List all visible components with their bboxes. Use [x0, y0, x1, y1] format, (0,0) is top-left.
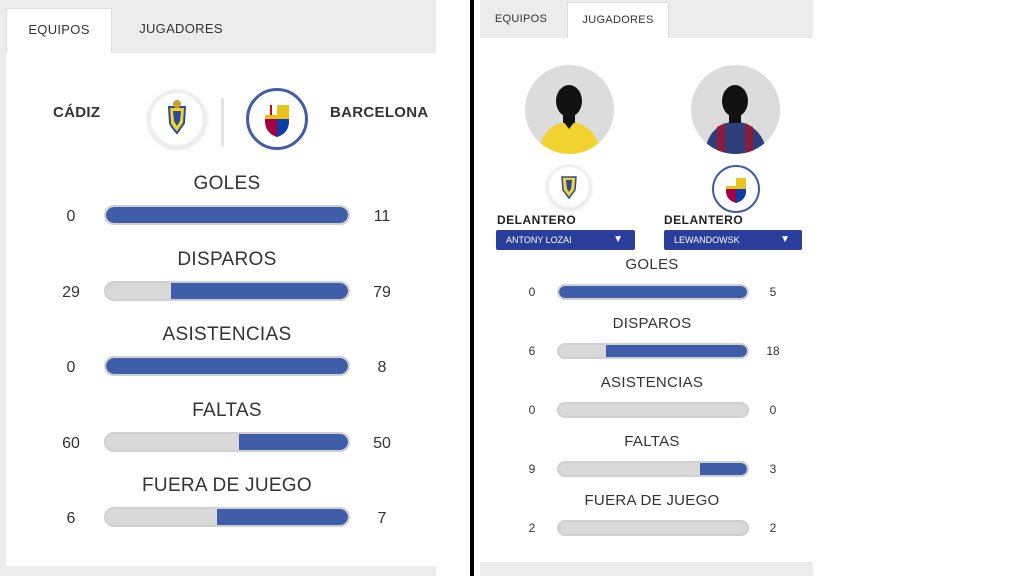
players-comparison-panel: EQUIPOS JUGADORES DELANTERO DELANTERO AN… [480, 0, 813, 576]
comparison-bar-fill [106, 207, 348, 223]
stat-title: GOLES [193, 173, 261, 194]
comparison-bar [557, 343, 749, 359]
comparison-bar [557, 284, 749, 300]
player2-avatar [691, 65, 780, 154]
home-value: 0 [66, 208, 76, 225]
comparison-bar [104, 356, 350, 376]
comparison-bar-fill [171, 282, 348, 299]
barcelona-crest-icon [246, 88, 308, 150]
comparison-bar-fill [217, 509, 348, 525]
away-value: 2 [769, 521, 777, 535]
away-team-name: BARCELONA [330, 104, 429, 121]
comparison-bar-fill [106, 358, 348, 374]
home-value: 2 [528, 521, 536, 535]
teams-comparison-panel: EQUIPOS JUGADORES CÁDIZ BARCELONA GOLES 0… [0, 0, 436, 576]
comparison-bar [104, 431, 350, 452]
away-value: 5 [769, 285, 777, 299]
away-value: 11 [373, 208, 391, 225]
home-value: 0 [528, 285, 536, 299]
player1-avatar [525, 65, 614, 154]
comparison-bar-fill [559, 286, 747, 298]
away-value: 7 [377, 510, 387, 527]
player2-club-crest-icon [712, 165, 760, 213]
comparison-bar-fill [239, 433, 348, 450]
comparison-bar [557, 402, 749, 418]
stat-title: FALTAS [624, 433, 680, 450]
home-value: 0 [528, 403, 536, 417]
comparison-bar [104, 280, 350, 301]
players-stats-card: DELANTERO DELANTERO ANTONY LOZAI ▼ LEWAN… [480, 38, 813, 562]
player2-select-value: LEWANDOWSK [674, 235, 740, 245]
away-value: 79 [373, 283, 391, 301]
home-value: 6 [528, 344, 536, 358]
player1-club-crest-icon [547, 165, 591, 209]
stat-title: ASISTENCIAS [162, 324, 292, 345]
home-value: 9 [528, 462, 536, 476]
player2-select[interactable]: LEWANDOWSK ▼ [664, 230, 802, 250]
comparison-bar-fill [606, 345, 747, 357]
stat-title: FUERA DE JUEGO [584, 492, 720, 509]
player2-position: DELANTERO [664, 213, 744, 227]
crest-separator [221, 98, 224, 146]
dropdown-arrow-icon: ▼ [613, 234, 623, 245]
home-value: 60 [62, 434, 80, 452]
home-team-name: CÁDIZ [53, 104, 101, 121]
teams-stats-card: CÁDIZ BARCELONA GOLES 0 11 DISPAROS 29 79 ASIS… [6, 53, 436, 566]
stat-title: FALTAS [192, 399, 262, 421]
comparison-bar [557, 520, 749, 536]
tab-equipos[interactable]: EQUIPOS [484, 0, 558, 38]
player1-position: DELANTERO [497, 213, 577, 227]
dropdown-arrow-icon: ▼ [780, 234, 790, 245]
screenshot-divider [470, 0, 474, 576]
comparison-bar-fill [700, 463, 747, 475]
away-value: 18 [766, 344, 780, 358]
tab-jugadores[interactable]: JUGADORES [567, 2, 669, 40]
home-value: 6 [66, 510, 76, 527]
comparison-bar [104, 205, 350, 225]
stat-title: FUERA DE JUEGO [142, 475, 312, 496]
stat-title: GOLES [625, 256, 679, 273]
away-value: 8 [377, 359, 387, 376]
stat-title: DISPAROS [177, 248, 277, 270]
away-value: 3 [769, 462, 777, 476]
comparison-bar [104, 507, 350, 527]
cadiz-crest-icon [148, 90, 206, 148]
away-value: 0 [769, 403, 777, 417]
player1-select[interactable]: ANTONY LOZAI ▼ [496, 230, 635, 250]
home-value: 29 [62, 283, 80, 301]
stat-title: DISPAROS [612, 315, 692, 332]
tab-equipos[interactable]: EQUIPOS [6, 8, 112, 55]
stat-title: ASISTENCIAS [600, 374, 704, 391]
tab-jugadores[interactable]: JUGADORES [120, 8, 242, 54]
away-value: 50 [373, 434, 391, 452]
home-value: 0 [66, 359, 76, 376]
player1-select-value: ANTONY LOZAI [506, 235, 572, 245]
comparison-bar [557, 461, 749, 477]
